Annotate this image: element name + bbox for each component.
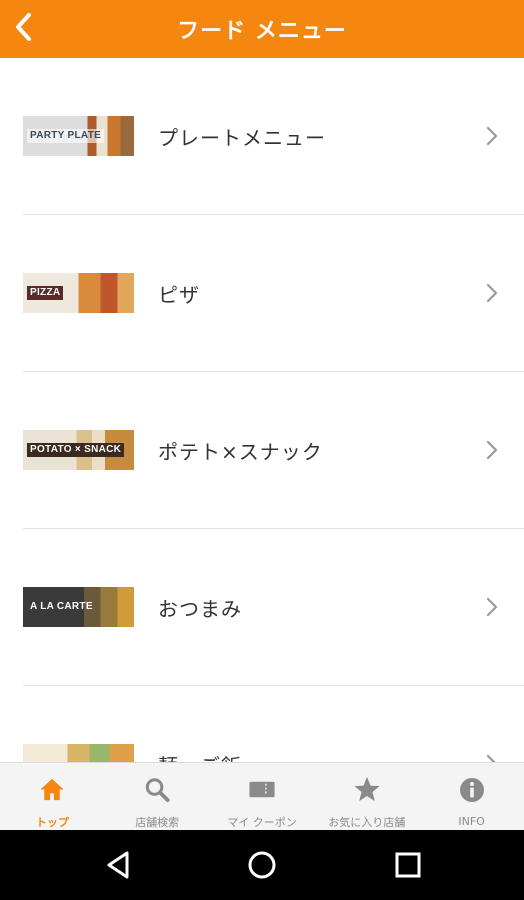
- food-menu-list: PARTY PLATE プレートメニュー PIZZA ピザ POTATO × S…: [0, 58, 524, 762]
- menu-item-noodles-rice[interactable]: 麺・ご飯: [0, 686, 524, 762]
- bottom-tab-bar: トップ 店舗検索 マイ クーポン お気に入り店舗 INFO: [0, 762, 524, 830]
- tab-label: 店舗検索: [135, 816, 180, 829]
- chevron-right-icon: [486, 283, 498, 303]
- system-nav-bar: [0, 830, 524, 900]
- thumbnail-text: PARTY PLATE: [27, 129, 105, 143]
- chevron-right-icon: [486, 597, 498, 617]
- home-icon: [40, 778, 64, 801]
- tab-label: INFO: [458, 815, 485, 828]
- menu-item-label: ポテト×スナック: [158, 440, 323, 464]
- recents-square-icon[interactable]: [390, 847, 426, 883]
- tab-top[interactable]: トップ: [0, 763, 105, 830]
- tab-label: お気に入り店舗: [328, 816, 406, 829]
- menu-item-label: プレートメニュー: [158, 126, 326, 150]
- home-circle-icon[interactable]: [244, 847, 280, 883]
- tab-store-search[interactable]: 店舗検索: [105, 763, 210, 830]
- menu-item-otsumami[interactable]: A LA CARTE おつまみ: [0, 529, 524, 686]
- menu-item-label: 麺・ご飯: [158, 686, 242, 762]
- info-icon: [459, 778, 484, 802]
- tab-my-coupon[interactable]: マイ クーポン: [210, 763, 315, 830]
- menu-item-plate[interactable]: PARTY PLATE プレートメニュー: [0, 58, 524, 215]
- thumbnail-text: PIZZA: [27, 286, 64, 300]
- menu-thumbnail: A LA CARTE: [23, 587, 134, 627]
- chevron-right-icon: [486, 126, 498, 146]
- thumbnail-text: A LA CARTE: [30, 601, 93, 612]
- tab-label: トップ: [35, 816, 69, 829]
- tab-label: マイ クーポン: [227, 816, 297, 829]
- star-icon: [354, 776, 380, 802]
- menu-thumbnail: PIZZA: [23, 273, 134, 313]
- menu-item-pizza[interactable]: PIZZA ピザ: [0, 215, 524, 372]
- menu-thumbnail: PARTY PLATE: [23, 116, 134, 156]
- search-icon: [145, 778, 170, 803]
- menu-thumbnail: [23, 744, 134, 762]
- chevron-right-icon: [486, 440, 498, 460]
- menu-item-label: ピザ: [158, 283, 200, 307]
- tab-favorite-stores[interactable]: お気に入り店舗: [314, 763, 419, 830]
- thumbnail-text: POTATO × SNACK: [27, 443, 125, 457]
- menu-thumbnail: POTATO × SNACK: [23, 430, 134, 470]
- back-triangle-icon[interactable]: [100, 847, 136, 883]
- tab-info[interactable]: INFO: [419, 763, 524, 830]
- page-title: フード メニュー: [177, 19, 347, 44]
- chevron-right-icon: [486, 754, 496, 762]
- menu-item-potato-snack[interactable]: POTATO × SNACK ポテト×スナック: [0, 372, 524, 529]
- coupon-icon: [249, 781, 275, 798]
- menu-item-label: おつまみ: [158, 597, 242, 621]
- app-header: フード メニュー: [0, 0, 524, 58]
